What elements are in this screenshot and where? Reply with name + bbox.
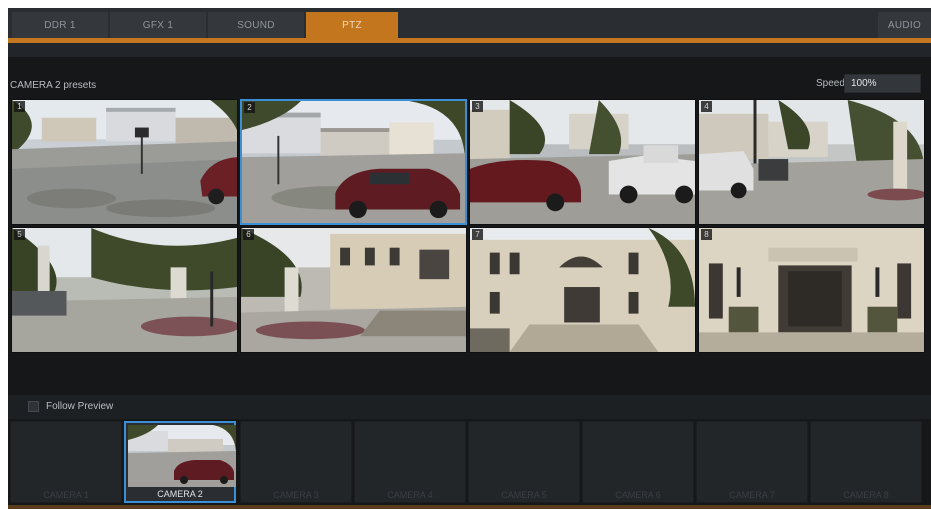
preset-number: 2: [244, 102, 255, 113]
camera-label: CAMERA 1: [43, 490, 89, 500]
camera-8-button[interactable]: CAMERA 8: [810, 421, 922, 503]
preset-8-image: [699, 228, 924, 352]
camera-3-button[interactable]: CAMERA 3: [240, 421, 352, 503]
preset-4[interactable]: 4: [698, 99, 925, 225]
camera-6-button[interactable]: CAMERA 6: [582, 421, 694, 503]
preset-5-image: [12, 228, 237, 352]
tab-ptz[interactable]: PTZ: [306, 12, 398, 38]
camera-label: CAMERA 7: [729, 490, 775, 500]
camera-label: CAMERA 5: [501, 490, 547, 500]
camera-2-thumbnail: [128, 425, 236, 487]
preset-1-image: [12, 100, 237, 224]
camera-label: CAMERA 8: [843, 490, 889, 500]
preset-3[interactable]: 3: [469, 99, 696, 225]
preset-2-image: [242, 101, 465, 223]
preset-number: 7: [472, 229, 483, 240]
preset-1[interactable]: 1: [11, 99, 238, 225]
preset-8[interactable]: 8: [698, 227, 925, 353]
preset-2[interactable]: 2: [240, 99, 467, 225]
tab-sound[interactable]: SOUND: [208, 12, 304, 38]
follow-preview-checkbox[interactable]: [28, 401, 39, 412]
preset-number: 4: [701, 101, 712, 112]
camera-selector: CAMERA 1 CAMERA 2 CAMERA 3 CAMERA 4 CAME…: [8, 419, 931, 509]
preset-5[interactable]: 5: [11, 227, 238, 353]
camera-5-button[interactable]: CAMERA 5: [468, 421, 580, 503]
ptz-panel: DDR 1 GFX 1 SOUND PTZ AUDIO CAMERA 2 pre…: [8, 8, 931, 509]
preset-number: 6: [243, 229, 254, 240]
tab-bar: DDR 1 GFX 1 SOUND PTZ AUDIO: [8, 8, 931, 43]
preset-6-image: [241, 228, 466, 352]
tab-subbar: [8, 43, 931, 57]
preset-6[interactable]: 6: [240, 227, 467, 353]
camera-label: CAMERA 2: [157, 489, 203, 499]
speed-input[interactable]: 100%: [844, 74, 921, 93]
camera-1-button[interactable]: CAMERA 1: [10, 421, 122, 503]
preset-number: 1: [14, 101, 25, 112]
preset-number: 3: [472, 101, 483, 112]
camera-label: CAMERA 4: [387, 490, 433, 500]
tab-audio[interactable]: AUDIO: [878, 12, 931, 38]
preset-3-image: [470, 100, 695, 224]
follow-preview-row: Follow Preview: [8, 395, 931, 419]
preset-grid: 1 2 3 4 5 6 7 8: [11, 99, 927, 353]
preset-number: 8: [701, 229, 712, 240]
follow-preview-label: Follow Preview: [46, 401, 114, 412]
camera-2-button[interactable]: CAMERA 2: [124, 421, 236, 503]
bottom-accent-strip: [8, 505, 931, 509]
tab-gfx1[interactable]: GFX 1: [110, 12, 206, 38]
camera-label: CAMERA 6: [615, 490, 661, 500]
camera-label: CAMERA 3: [273, 490, 319, 500]
camera-4-button[interactable]: CAMERA 4: [354, 421, 466, 503]
camera-7-button[interactable]: CAMERA 7: [696, 421, 808, 503]
preset-4-image: [699, 100, 924, 224]
speed-label: Speed: [816, 78, 845, 89]
preset-number: 5: [14, 229, 25, 240]
presets-title: CAMERA 2 presets: [10, 80, 97, 91]
preset-7[interactable]: 7: [469, 227, 696, 353]
tab-ddr1[interactable]: DDR 1: [12, 12, 108, 38]
preset-7-image: [470, 228, 695, 352]
